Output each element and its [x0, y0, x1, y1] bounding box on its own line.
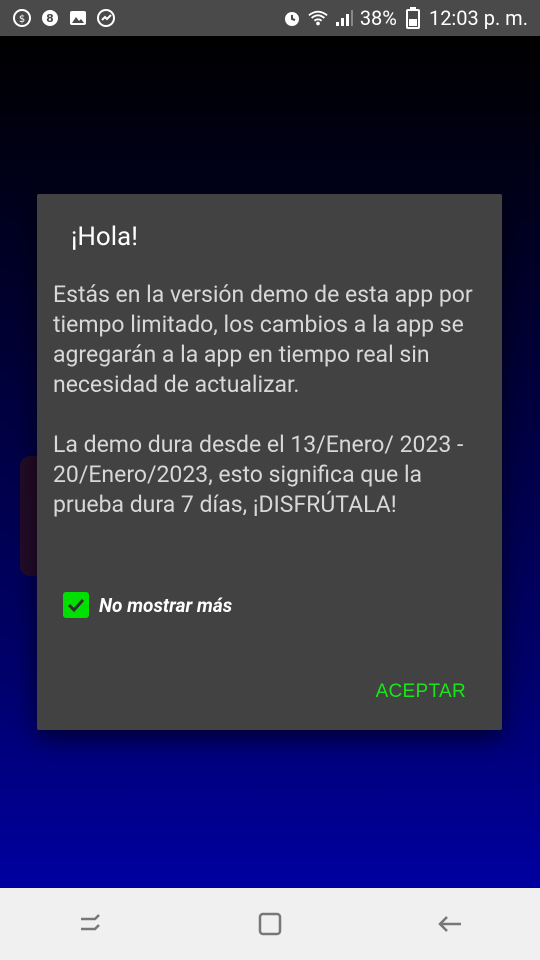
speedometer-icon [96, 8, 116, 28]
back-icon[interactable] [430, 904, 470, 944]
vpn-icon: $ [12, 8, 32, 28]
system-status: 38% 12:03 p. m. [282, 6, 528, 30]
dialog-title: ¡Hola! [71, 222, 138, 252]
wifi-icon [308, 8, 328, 28]
svg-text:$: $ [19, 14, 25, 25]
signal-icon [334, 8, 354, 28]
alarm-icon [282, 8, 302, 28]
notification-icons: $ 8 [12, 8, 116, 28]
dont-show-again-checkbox[interactable] [63, 592, 89, 618]
navigation-bar [0, 888, 540, 960]
badge-8-icon: 8 [40, 8, 60, 28]
clock: 12:03 p. m. [428, 6, 528, 30]
svg-text:8: 8 [46, 12, 54, 25]
recent-apps-icon[interactable] [70, 904, 110, 944]
welcome-dialog: ¡Hola! Estás en la versión demo de esta … [37, 194, 502, 730]
accept-button[interactable]: ACEPTAR [376, 677, 466, 707]
battery-percent: 38% [359, 6, 397, 30]
checkmark-icon [67, 598, 85, 613]
dont-show-again-row[interactable]: No mostrar más [63, 592, 232, 618]
home-icon[interactable] [250, 904, 290, 944]
image-icon [68, 8, 88, 28]
dialog-message: Estás en la versión demo de esta app por… [53, 281, 473, 518]
status-bar: $ 8 38% 12:03 p. m. [0, 0, 540, 36]
battery-icon [403, 7, 423, 29]
dont-show-again-label: No mostrar más [99, 593, 233, 617]
